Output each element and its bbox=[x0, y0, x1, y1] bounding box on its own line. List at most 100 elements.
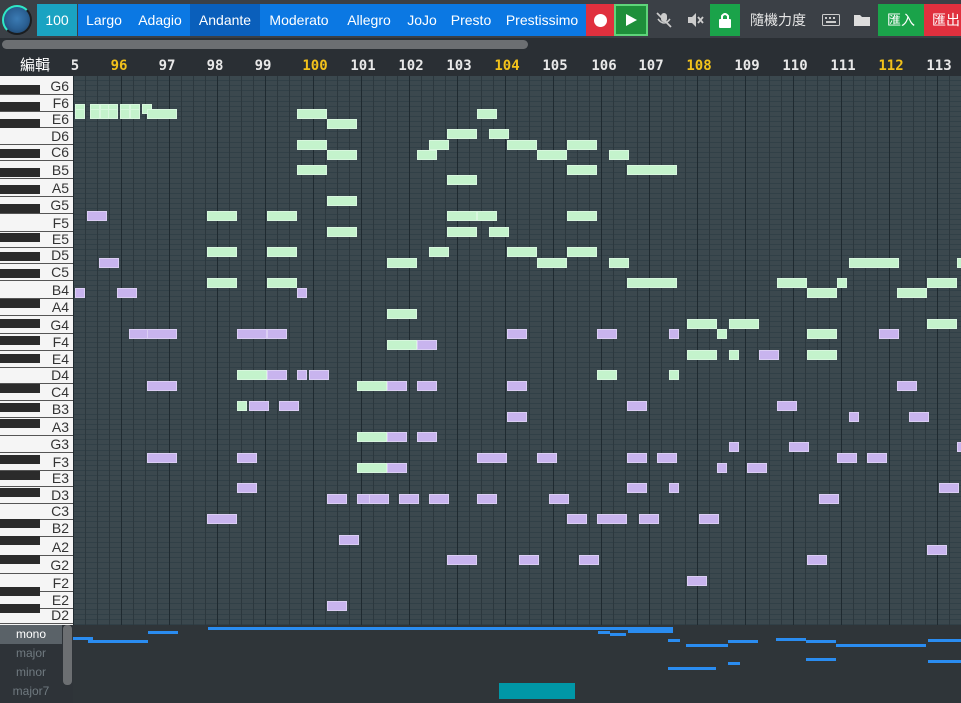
tempo-button-adagio[interactable]: Adagio bbox=[130, 4, 190, 36]
note-purple[interactable] bbox=[939, 483, 959, 494]
note-green[interactable] bbox=[417, 149, 437, 160]
black-key[interactable] bbox=[0, 354, 40, 363]
note-green[interactable] bbox=[669, 370, 679, 381]
velocity-bar[interactable] bbox=[668, 667, 686, 670]
velocity-bar[interactable] bbox=[928, 639, 961, 642]
note-green[interactable] bbox=[108, 108, 118, 119]
note-purple[interactable] bbox=[717, 462, 727, 473]
note-purple[interactable] bbox=[267, 370, 287, 381]
velocity-bar[interactable] bbox=[928, 660, 961, 663]
note-green[interactable] bbox=[429, 247, 449, 258]
tempo-button-moderato[interactable]: Moderato bbox=[260, 4, 338, 36]
keyboard-button[interactable] bbox=[816, 4, 846, 36]
note-purple[interactable] bbox=[327, 493, 347, 504]
black-key[interactable] bbox=[0, 604, 40, 613]
note-green[interactable] bbox=[807, 288, 837, 299]
scale-option-major[interactable]: major bbox=[0, 644, 62, 663]
note-purple[interactable] bbox=[729, 442, 739, 453]
note-green[interactable] bbox=[90, 108, 100, 119]
mute-sound-button[interactable] bbox=[680, 4, 710, 36]
note-purple[interactable] bbox=[519, 555, 539, 566]
note-green[interactable] bbox=[387, 339, 417, 350]
mute-mic-button[interactable] bbox=[648, 4, 680, 36]
black-key[interactable] bbox=[0, 336, 40, 345]
black-key[interactable] bbox=[0, 204, 40, 213]
black-key[interactable] bbox=[0, 102, 40, 111]
note-purple[interactable] bbox=[237, 452, 257, 463]
black-key[interactable] bbox=[0, 319, 40, 328]
bpm-display[interactable]: 100 bbox=[37, 4, 77, 36]
note-green[interactable] bbox=[357, 380, 387, 391]
note-purple[interactable] bbox=[549, 493, 569, 504]
note-purple[interactable] bbox=[417, 432, 437, 443]
velocity-bar[interactable] bbox=[148, 631, 178, 634]
record-button[interactable] bbox=[586, 4, 614, 36]
scale-option-mono[interactable]: mono bbox=[0, 625, 62, 644]
note-green[interactable] bbox=[717, 329, 727, 340]
note-green[interactable] bbox=[327, 119, 357, 130]
note-green[interactable] bbox=[267, 211, 297, 222]
note-green[interactable] bbox=[130, 108, 140, 119]
note-green[interactable] bbox=[297, 139, 327, 150]
note-green[interactable] bbox=[627, 165, 677, 176]
scale-option-major7[interactable]: major7 bbox=[0, 682, 62, 701]
note-green[interactable] bbox=[75, 108, 85, 119]
note-purple[interactable] bbox=[207, 514, 237, 525]
velocity-bar[interactable] bbox=[88, 640, 148, 643]
note-purple[interactable] bbox=[117, 288, 137, 299]
note-purple[interactable] bbox=[897, 380, 917, 391]
note-purple[interactable] bbox=[699, 514, 719, 525]
black-key[interactable] bbox=[0, 471, 40, 480]
note-green[interactable] bbox=[267, 278, 297, 289]
note-green[interactable] bbox=[507, 247, 537, 258]
black-key[interactable] bbox=[0, 85, 40, 94]
note-green[interactable] bbox=[297, 165, 327, 176]
tempo-button-andante[interactable]: Andante bbox=[190, 4, 260, 36]
note-green[interactable] bbox=[120, 108, 130, 119]
note-purple[interactable] bbox=[507, 329, 527, 340]
note-green[interactable] bbox=[777, 278, 807, 289]
note-green[interactable] bbox=[387, 257, 417, 268]
note-green[interactable] bbox=[609, 149, 629, 160]
black-key[interactable] bbox=[0, 252, 40, 261]
note-purple[interactable] bbox=[267, 329, 287, 340]
note-purple[interactable] bbox=[417, 380, 437, 391]
note-purple[interactable] bbox=[417, 339, 437, 350]
velocity-bar[interactable] bbox=[728, 640, 758, 643]
note-purple[interactable] bbox=[327, 601, 347, 612]
random-velocity-button[interactable]: 隨機力度 bbox=[740, 4, 816, 36]
note-green[interactable] bbox=[447, 175, 477, 186]
note-green[interactable] bbox=[477, 108, 497, 119]
note-purple[interactable] bbox=[597, 514, 627, 525]
velocity-bar[interactable] bbox=[806, 640, 836, 643]
note-purple[interactable] bbox=[237, 483, 257, 494]
note-green[interactable] bbox=[837, 278, 847, 289]
note-green[interactable] bbox=[237, 401, 247, 412]
note-green[interactable] bbox=[207, 278, 237, 289]
note-purple[interactable] bbox=[147, 380, 177, 391]
velocity-bar[interactable] bbox=[628, 630, 673, 633]
measure-ruler[interactable]: 編輯 5 96 97 98 99 100 101 102 103 104 105 106 107 108 1… bbox=[0, 52, 961, 76]
velocity-bar[interactable] bbox=[598, 631, 610, 634]
note-green[interactable] bbox=[447, 226, 477, 237]
note-green[interactable] bbox=[537, 149, 567, 160]
note-green[interactable] bbox=[507, 139, 537, 150]
note-purple[interactable] bbox=[789, 442, 809, 453]
note-green[interactable] bbox=[237, 370, 267, 381]
velocity-bar[interactable] bbox=[776, 638, 806, 641]
note-purple[interactable] bbox=[147, 452, 177, 463]
note-green[interactable] bbox=[849, 257, 899, 268]
note-purple[interactable] bbox=[429, 493, 449, 504]
note-green[interactable] bbox=[687, 319, 717, 330]
velocity-bar[interactable] bbox=[686, 644, 728, 647]
note-purple[interactable] bbox=[75, 288, 85, 299]
note-purple[interactable] bbox=[99, 257, 119, 268]
playhead-handle[interactable] bbox=[499, 683, 575, 699]
note-purple[interactable] bbox=[129, 329, 149, 340]
note-green[interactable] bbox=[327, 149, 357, 160]
note-purple[interactable] bbox=[399, 493, 419, 504]
note-purple[interactable] bbox=[279, 401, 299, 412]
note-purple[interactable] bbox=[579, 555, 599, 566]
note-green[interactable] bbox=[567, 165, 597, 176]
black-key[interactable] bbox=[0, 519, 40, 528]
